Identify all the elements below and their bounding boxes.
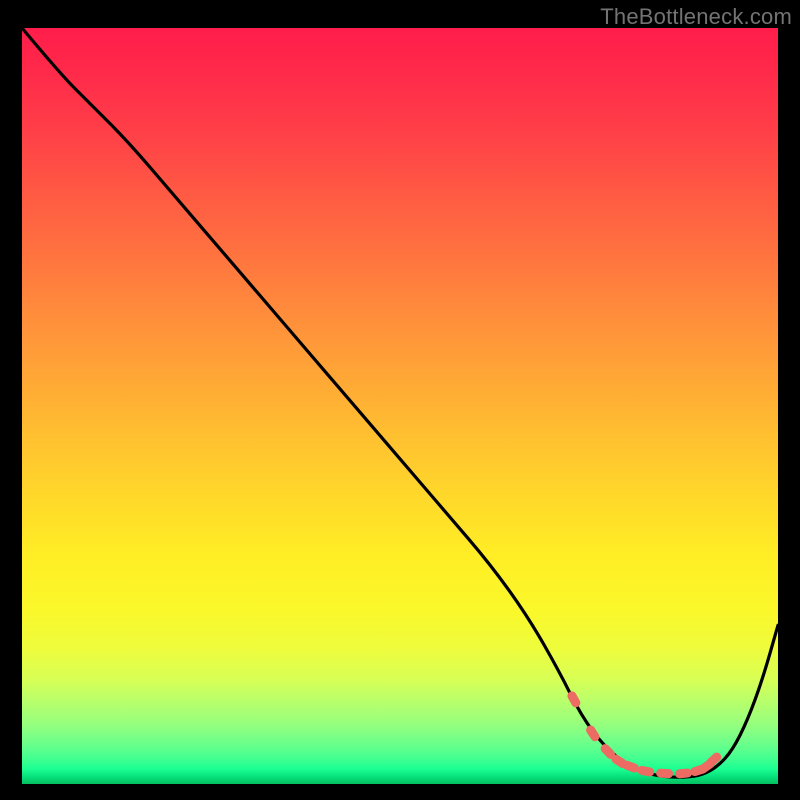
optimal-marker	[656, 768, 674, 778]
chart-svg	[22, 28, 778, 784]
bottleneck-curve	[22, 28, 778, 777]
optimal-range-markers	[566, 690, 723, 779]
chart-frame: TheBottleneck.com	[0, 0, 800, 800]
optimal-marker	[636, 765, 654, 777]
watermark-text: TheBottleneck.com	[600, 4, 792, 30]
plot-area	[22, 28, 778, 784]
